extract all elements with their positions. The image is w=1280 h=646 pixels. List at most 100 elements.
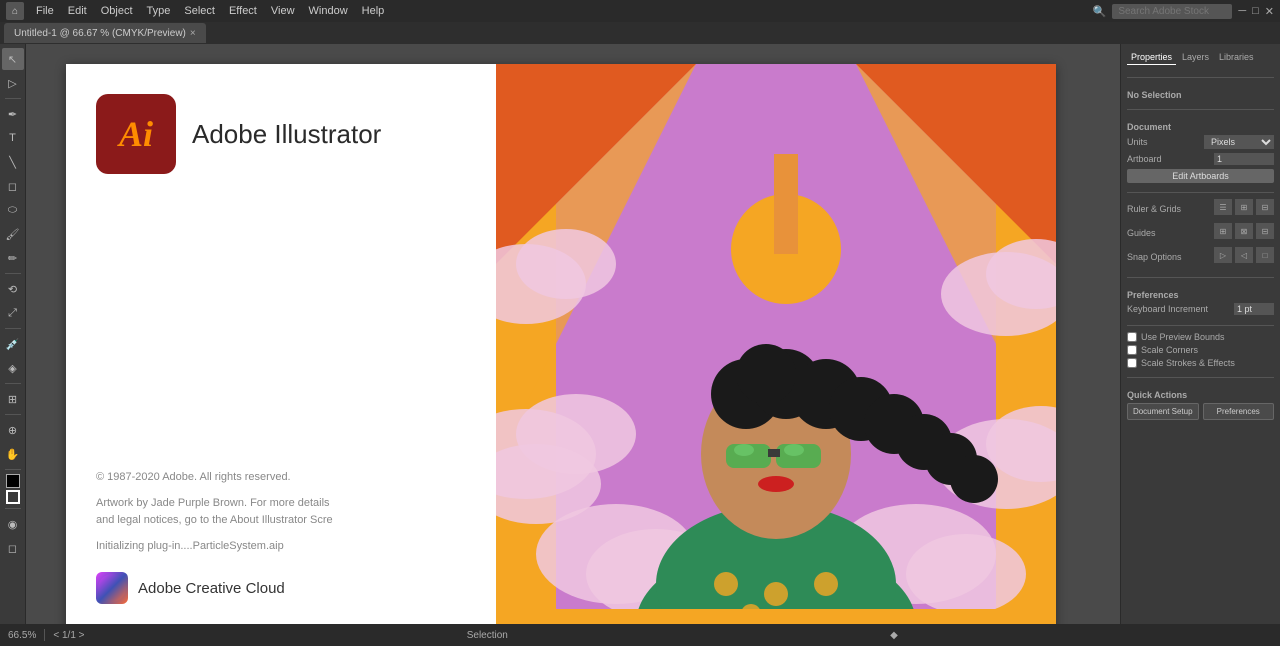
rulers-icons: ☰ ⊞ ⊟ (1214, 199, 1274, 215)
canvas-area[interactable]: Ai Adobe Illustrator © 1987-2020 Adobe. … (26, 44, 1120, 624)
home-icon[interactable]: ⌂ (6, 2, 24, 20)
keyboard-increment-row: Keyboard Increment (1127, 303, 1274, 315)
scale-corners-checkbox[interactable] (1127, 345, 1137, 355)
artboard-input[interactable] (1214, 153, 1274, 165)
left-toolbar: ↖ ▷ ✒ T ╲ ◻ ⬭ 🖌 ✏ ⟲ ⤢ 💉 ◈ ⊞ ⊕ ✋ ◉ ◻ (0, 44, 26, 624)
stroke-color[interactable] (6, 490, 20, 504)
tool-select[interactable]: ↖ (2, 48, 24, 70)
tool-separator-4 (5, 383, 21, 384)
scale-strokes-label: Scale Strokes & Effects (1141, 358, 1235, 368)
menu-type[interactable]: Type (141, 3, 177, 19)
tab-close-btn[interactable]: × (190, 28, 196, 39)
splash-header: Ai Adobe Illustrator (96, 94, 466, 174)
illustration-svg (496, 64, 1056, 624)
tab-libraries[interactable]: Libraries (1215, 50, 1258, 65)
menu-select[interactable]: Select (178, 3, 221, 19)
menu-window[interactable]: Window (303, 3, 354, 19)
search-input[interactable] (1112, 4, 1232, 19)
menu-file[interactable]: File (30, 3, 60, 19)
document-tab[interactable]: Untitled-1 @ 66.67 % (CMYK/Preview) × (4, 23, 206, 43)
search-icon[interactable]: 🔍 (1093, 5, 1107, 18)
tool-line[interactable]: ╲ (2, 151, 24, 173)
guide-icon-3[interactable]: ⊟ (1256, 223, 1274, 239)
status-bar: 66.5% < 1/1 > Selection ◆ (0, 624, 1280, 646)
panel-divider-1 (1127, 109, 1274, 110)
units-label: Units (1127, 137, 1148, 147)
menu-view[interactable]: View (265, 3, 301, 19)
center-indicator: ◆ (890, 630, 898, 641)
tool-extra-2[interactable]: ◻ (2, 537, 24, 559)
tool-artboard[interactable]: ⊞ (2, 388, 24, 410)
scale-strokes-row: Scale Strokes & Effects (1127, 358, 1274, 368)
guide-icon-2[interactable]: ⊠ (1235, 223, 1253, 239)
units-row: Units Pixels (1127, 135, 1274, 149)
snap-icon-3[interactable]: □ (1256, 247, 1274, 263)
window-minimize[interactable]: ─ (1238, 5, 1246, 17)
menu-object[interactable]: Object (95, 3, 139, 19)
tool-pen[interactable]: ✒ (2, 103, 24, 125)
fill-color[interactable] (6, 474, 20, 488)
guides-label: Guides (1127, 228, 1156, 238)
ruler-icon-1[interactable]: ☰ (1214, 199, 1232, 215)
tool-rotate[interactable]: ⟲ (2, 278, 24, 300)
tool-separator-1 (5, 98, 21, 99)
tab-layers[interactable]: Layers (1178, 50, 1213, 65)
artboard-nav[interactable]: < 1/1 > (53, 630, 84, 641)
scale-corners-label: Scale Corners (1141, 345, 1198, 355)
zoom-level[interactable]: 66.5% (8, 630, 36, 641)
tab-properties[interactable]: Properties (1127, 50, 1176, 65)
artboard-row: Artboard (1127, 153, 1274, 165)
preferences-btn[interactable]: Preferences (1203, 403, 1275, 420)
snap-label: Snap Options (1127, 252, 1182, 262)
snap-icon-1[interactable]: ▷ (1214, 247, 1232, 263)
tool-extra-1[interactable]: ◉ (2, 513, 24, 535)
panel-divider-5 (1127, 377, 1274, 378)
tool-direct-select[interactable]: ▷ (2, 72, 24, 94)
panel-divider-top (1127, 77, 1274, 78)
tool-pencil[interactable]: ✏ (2, 247, 24, 269)
splash-left: Ai Adobe Illustrator © 1987-2020 Adobe. … (66, 64, 496, 624)
tab-bar: Untitled-1 @ 66.67 % (CMYK/Preview) × (0, 22, 1280, 44)
tool-type[interactable]: T (2, 127, 24, 149)
guides-row: Guides ⊞ ⊠ ⊟ (1127, 223, 1274, 243)
guide-icon-1[interactable]: ⊞ (1214, 223, 1232, 239)
document-setup-btn[interactable]: Document Setup (1127, 403, 1199, 420)
cc-brand-text: Adobe Creative Cloud (138, 580, 285, 597)
tool-scale[interactable]: ⤢ (2, 302, 24, 324)
window-maximize[interactable]: □ (1252, 5, 1259, 17)
tool-name: Selection (467, 630, 508, 641)
tool-zoom[interactable]: ⊕ (2, 419, 24, 441)
menu-help[interactable]: Help (356, 3, 391, 19)
tool-separator-2 (5, 273, 21, 274)
menu-effect[interactable]: Effect (223, 3, 263, 19)
ruler-icon-3[interactable]: ⊟ (1256, 199, 1274, 215)
snap-icons: ▷ ◁ □ (1214, 247, 1274, 263)
preview-bounds-label: Use Preview Bounds (1141, 332, 1225, 342)
keyboard-increment-label: Keyboard Increment (1127, 304, 1208, 314)
quick-actions-buttons: Document Setup Preferences (1127, 403, 1274, 420)
tool-gradient[interactable]: ◈ (2, 357, 24, 379)
artwork-credit: Artwork by Jade Purple Brown. For more d… (96, 495, 466, 528)
ruler-icon-2[interactable]: ⊞ (1235, 199, 1253, 215)
window-close[interactable]: ✕ (1265, 5, 1274, 18)
menu-edit[interactable]: Edit (62, 3, 93, 19)
snap-icon-2[interactable]: ◁ (1235, 247, 1253, 263)
tool-separator-6 (5, 469, 21, 470)
tool-brush[interactable]: 🖌 (2, 223, 24, 245)
menu-bar: ⌂ File Edit Object Type Select Effect Vi… (0, 0, 1280, 22)
tool-rect[interactable]: ◻ (2, 175, 24, 197)
panel-divider-3 (1127, 277, 1274, 278)
tab-label: Untitled-1 @ 66.67 % (CMYK/Preview) (14, 28, 186, 39)
main-layout: ↖ ▷ ✒ T ╲ ◻ ⬭ 🖌 ✏ ⟲ ⤢ 💉 ◈ ⊞ ⊕ ✋ ◉ ◻ (0, 44, 1280, 624)
tool-eyedropper[interactable]: 💉 (2, 333, 24, 355)
scale-strokes-checkbox[interactable] (1127, 358, 1137, 368)
units-select[interactable]: Pixels (1204, 135, 1274, 149)
preview-bounds-checkbox[interactable] (1127, 332, 1137, 342)
tool-ellipse[interactable]: ⬭ (2, 199, 24, 221)
edit-artboards-btn[interactable]: Edit Artboards (1127, 169, 1274, 183)
tool-hand[interactable]: ✋ (2, 443, 24, 465)
preferences-section: Preferences (1127, 290, 1274, 300)
keyboard-increment-input[interactable] (1234, 303, 1274, 315)
rulers-grids-label: Ruler & Grids (1127, 204, 1181, 214)
document-label: Document (1127, 122, 1274, 132)
